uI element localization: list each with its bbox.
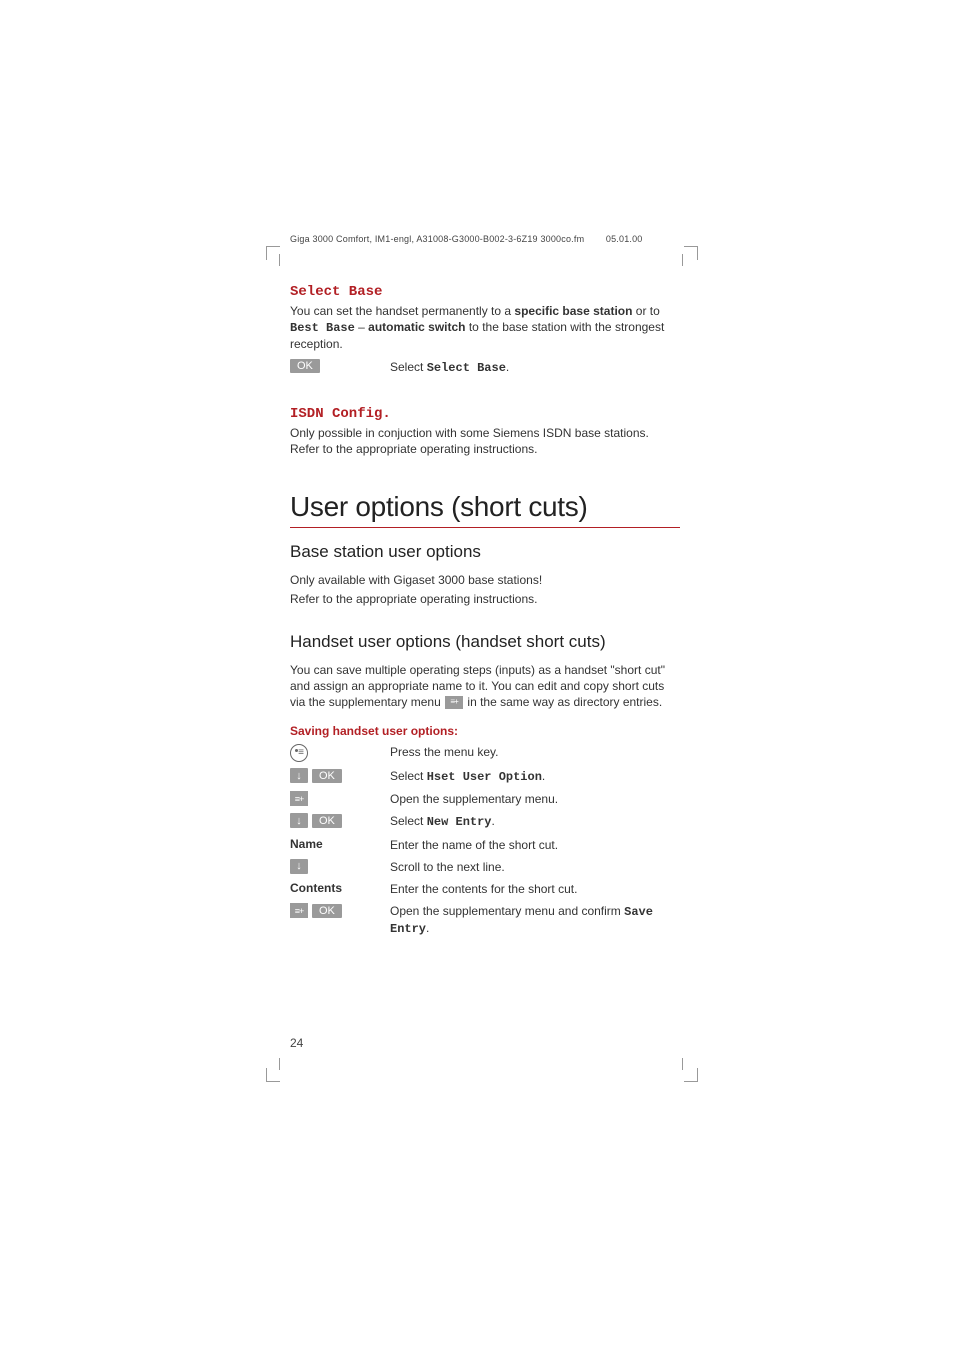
crop-tick: [279, 1058, 280, 1070]
down-arrow-icon: [290, 813, 308, 828]
step-3-text: Open the supplementary menu.: [390, 791, 680, 807]
contents-label: Contents: [290, 881, 342, 895]
down-arrow-icon: [290, 859, 308, 874]
crop-mark: [266, 1068, 280, 1082]
step-row-1: Press the menu key.: [290, 744, 680, 762]
step-row-6: Scroll to the next line.: [290, 859, 680, 875]
crop-mark: [684, 1068, 698, 1082]
step-row-2: OK Select Hset User Option.: [290, 768, 680, 785]
crop-tick: [682, 1058, 683, 1070]
crop-tick: [279, 254, 280, 266]
step-row-8: OK Open the supplementary menu and confi…: [290, 903, 680, 937]
section-select-base-title: Select Base: [290, 284, 680, 300]
step-1-text: Press the menu key.: [390, 744, 680, 760]
section-isdn-title: ISDN Config.: [290, 406, 680, 422]
page-number: 24: [290, 1036, 303, 1050]
base-opts-line1: Only available with Gigaset 3000 base st…: [290, 572, 680, 588]
step-2-text: Select Hset User Option.: [390, 768, 680, 785]
isdn-paragraph: Only possible in conjuction with some Si…: [290, 425, 680, 457]
crop-tick: [682, 254, 683, 266]
ok-button-icon: OK: [312, 814, 342, 828]
supplementary-menu-icon: [290, 903, 308, 918]
step-row-3: Open the supplementary menu.: [290, 791, 680, 807]
base-station-subtitle: Base station user options: [290, 542, 680, 562]
step-8-text: Open the supplementary menu and confirm …: [390, 903, 680, 937]
menu-key-icon: [290, 744, 308, 762]
ok-button-icon: OK: [312, 904, 342, 918]
step-row-4: OK Select New Entry.: [290, 813, 680, 830]
name-label: Name: [290, 837, 323, 851]
step-row-5: Name Enter the name of the short cut.: [290, 837, 680, 853]
page-title: User options (short cuts): [290, 491, 680, 528]
crop-mark: [266, 246, 280, 260]
handset-subtitle: Handset user options (handset short cuts…: [290, 632, 680, 652]
step-6-text: Scroll to the next line.: [390, 859, 680, 875]
crop-mark: [684, 246, 698, 260]
ok-button-icon: OK: [290, 359, 320, 373]
step-row-7: Contents Enter the contents for the shor…: [290, 881, 680, 897]
step-7-text: Enter the contents for the short cut.: [390, 881, 680, 897]
supplementary-menu-icon: [445, 696, 463, 709]
step-5-text: Enter the name of the short cut.: [390, 837, 680, 853]
row-select-base-ok: OK Select Select Base.: [290, 359, 680, 376]
saving-header: Saving handset user options:: [290, 724, 680, 738]
handset-paragraph: You can save multiple operating steps (i…: [290, 662, 680, 711]
step-4-text: Select New Entry.: [390, 813, 680, 830]
supplementary-menu-icon: [290, 791, 308, 806]
page-content: Select Base You can set the handset perm…: [290, 234, 680, 938]
base-opts-line2: Refer to the appropriate operating instr…: [290, 591, 680, 607]
row-select-base-text: Select Select Base.: [390, 359, 680, 376]
select-base-paragraph: You can set the handset permanently to a…: [290, 303, 680, 353]
ok-button-icon: OK: [312, 769, 342, 783]
down-arrow-icon: [290, 768, 308, 783]
